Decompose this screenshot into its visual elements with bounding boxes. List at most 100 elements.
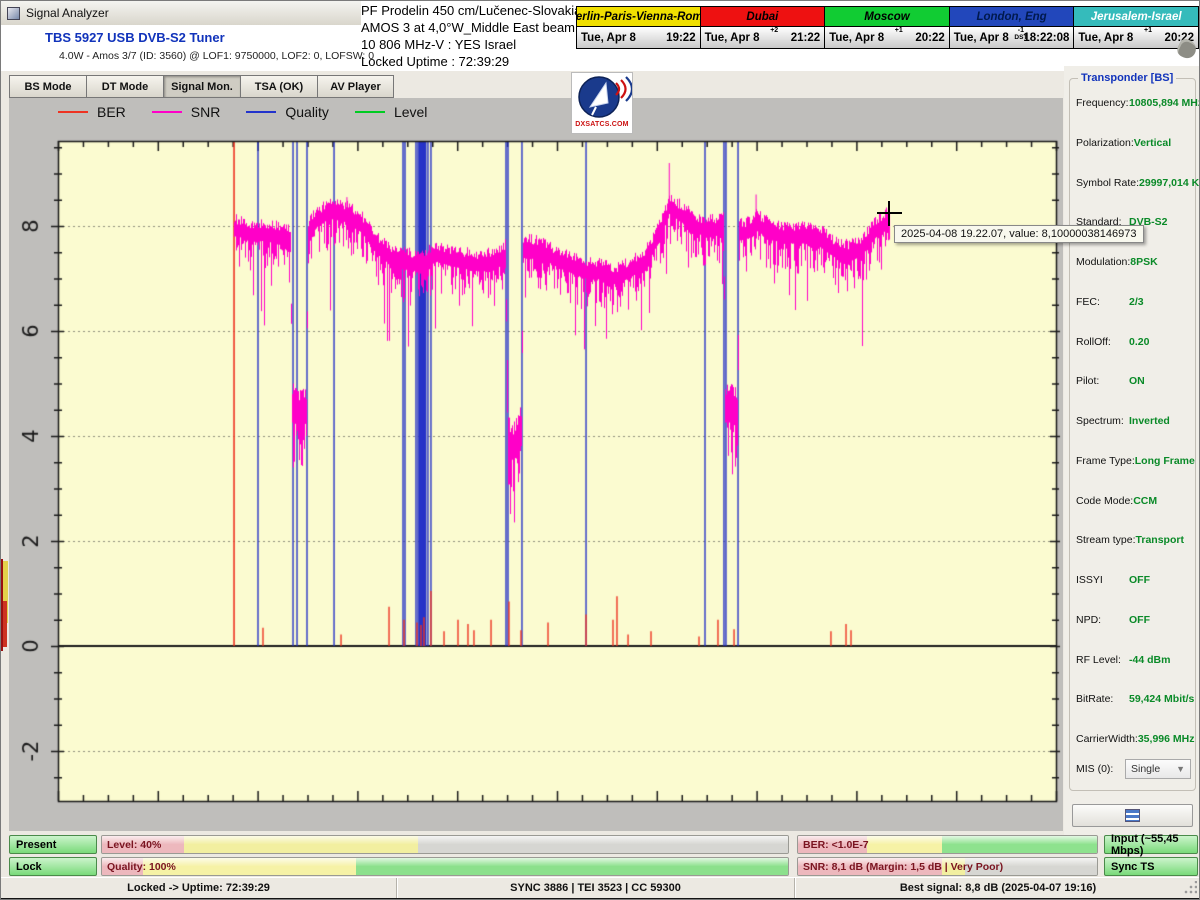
transponder-row-symbol-rate-: Symbol Rate:29997,014 KS/s [1076,177,1191,189]
quality-bar-label: Quality: 100% [107,861,176,873]
transponder-row-rf-level-: RF Level: -44 dBm [1076,654,1191,666]
transponder-row-fec-: FEC:2/3 [1076,296,1191,308]
clock-3: London, EngTue, Apr 8-1DST18:22:08 [950,6,1075,49]
ber-bar-label: BER: <1.0E-7 [803,839,869,851]
transponder-label: Modulation: [1076,256,1130,268]
clock-city-label: Moscow [825,7,949,27]
dxsatcs-logo: DXSATCS.COM [571,72,633,134]
tuner-subtitle: 4.0W - Amos 3/7 (ID: 3560) @ LOF1: 97500… [59,50,374,62]
legend-item-ber: BER [58,104,126,120]
transponder-value: CCM [1133,495,1191,507]
transponder-row-stream-type-: Stream type:Transport [1076,534,1191,546]
transponder-rows: Frequency:10805,894 MHz Polarization:Vert… [1076,97,1191,745]
transponder-row-pilot-: Pilot:ON [1076,375,1191,387]
transponder-value: 35,996 MHz [1138,733,1195,745]
mis-select[interactable]: Single ▼ [1125,759,1191,779]
sync-ts-indicator[interactable]: Sync TS [1104,857,1198,876]
transponder-value: -44 dBm [1129,654,1191,666]
clock-time: 18:22:08 [1023,32,1069,44]
legend-swatch-quality [246,111,276,113]
clock-time: 21:22 [791,32,820,44]
input-rate-indicator[interactable]: Input (~55,45 Mbps) [1104,835,1198,854]
transponder-label: CarrierWidth: [1076,733,1138,745]
legend-swatch-level [355,111,385,113]
level-progress-bar: Level: 40% [101,835,789,854]
transponder-label: Spectrum: [1076,415,1124,427]
transponder-row-polarization-: Polarization:Vertical [1076,137,1191,149]
tab-signal-mon-[interactable]: Signal Mon. [163,75,240,98]
transponder-row-issyi: ISSYIOFF [1076,574,1191,586]
legend-swatch-ber [58,111,88,113]
transponder-value: Vertical [1134,137,1191,149]
transponder-value: 29997,014 KS/s [1139,177,1200,189]
transponder-row-spectrum-: Spectrum: Inverted [1076,415,1191,427]
clock-utc-offset: +1 [1144,27,1152,34]
transponder-group-title: Transponder [BS] [1078,72,1176,84]
signal-chart[interactable] [9,98,1063,831]
clock-date: Tue, Apr 8 [705,32,760,44]
transponder-label: RollOff: [1076,336,1111,348]
transponder-row-code-mode-: Code Mode:CCM [1076,495,1191,507]
crosshair-cursor [888,201,890,226]
transponder-label: RF Level: [1076,654,1121,666]
legend-label: Quality [285,104,329,120]
status-sync-counters: SYNC 3886 | TEI 3523 | CC 59300 [397,878,795,898]
clock-utc-offset: +1 [895,27,903,34]
transponder-row-frame-type-: Frame Type:Long Frame [1076,455,1191,467]
clock-date: Tue, Apr 8 [581,32,636,44]
level-bar-label: Level: 40% [107,839,161,851]
lock-indicator[interactable]: Lock [9,857,97,876]
legend-item-level: Level [355,104,427,120]
info-line-uptime: Locked Uptime : 72:39:29 [361,53,573,70]
transponder-row-modulation-: Modulation:8PSK [1076,256,1191,268]
title-bar[interactable]: Signal Analyzer [1,1,361,25]
info-line-satellite: AMOS 3 at 4,0°W_Middle East beam [361,19,573,36]
mis-label: MIS (0): [1076,763,1113,775]
transponder-label: Frequency: [1076,97,1129,109]
clock-time-row: Tue, Apr 819:22 [577,27,700,48]
clock-1: DubaiTue, Apr 8+221:22 [701,6,826,49]
status-bar: Locked -> Uptime: 72:39:29 SYNC 3886 | T… [1,877,1200,898]
clock-2: Moscow Tue, Apr 8 +1 20:22 [825,6,950,49]
transponder-panel: Transponder [BS] Frequency:10805,894 MHz… [1064,66,1200,836]
table-icon [1125,809,1140,822]
snr-progress-bar: SNR: 8,1 dB (Margin: 1,5 dB | Very Poor) [797,857,1098,876]
transponder-value: 10805,894 MHz [1129,97,1191,109]
clock-0: Berlin-Paris-Vienna-RomaTue, Apr 819:22 [576,6,701,49]
transponder-value: Transport [1136,534,1191,546]
transponder-row-rolloff-: RollOff:0.20 [1076,336,1191,348]
transponder-value: Long Frame [1135,455,1195,467]
mis-row: MIS (0): Single ▼ [1076,759,1191,779]
transponder-row-bitrate-: BitRate:59,424 Mbit/s [1076,693,1191,705]
transponder-label: Code Mode: [1076,495,1133,507]
tab-tsa-ok-[interactable]: TSA (OK) [240,75,317,98]
resize-grip[interactable] [1183,881,1197,895]
tab-bs-mode[interactable]: BS Mode [9,75,86,98]
transponder-label: Polarization: [1076,137,1134,149]
clock-time: 20:22 [915,32,944,44]
tab-av-player[interactable]: AV Player [317,75,394,98]
tab-dt-mode[interactable]: DT Mode [86,75,163,98]
signal-analyzer-window: Signal Analyzer TBS 5927 USB DVB-S2 Tune… [0,0,1200,900]
station-info-block: PF Prodelin 450 cm/Lučenec-Slovakia AMOS… [361,2,573,70]
info-line-frequency: 10 806 MHz-V : YES Israel [361,36,573,53]
clock-city-label: Jerusalem-Israel [1074,7,1198,27]
clock-city-label: Berlin-Paris-Vienna-Roma [577,7,700,27]
transponder-label: NPD: [1076,614,1101,626]
app-icon [7,7,20,20]
legend-swatch-snr [152,111,182,113]
transponder-value: Inverted [1129,415,1191,427]
status-uptime: Locked -> Uptime: 72:39:29 [1,878,397,898]
window-title: Signal Analyzer [26,6,109,20]
chart-legend: BERSNRQualityLevel [58,104,453,120]
transponder-value: OFF [1129,574,1191,586]
transponder-label: FEC: [1076,296,1100,308]
transport-table-button[interactable] [1072,804,1193,827]
clock-date: Tue, Apr 8 [829,32,884,44]
transponder-label: Pilot: [1076,375,1099,387]
clock-time-row: Tue, Apr 8 +1 20:22 [825,27,949,48]
mode-tabs: BS ModeDT ModeSignal Mon.TSA (OK)AV Play… [9,75,394,98]
transponder-label: Frame Type: [1076,455,1135,467]
present-indicator[interactable]: Present [9,835,97,854]
world-clocks: Berlin-Paris-Vienna-RomaTue, Apr 819:22D… [576,6,1199,49]
